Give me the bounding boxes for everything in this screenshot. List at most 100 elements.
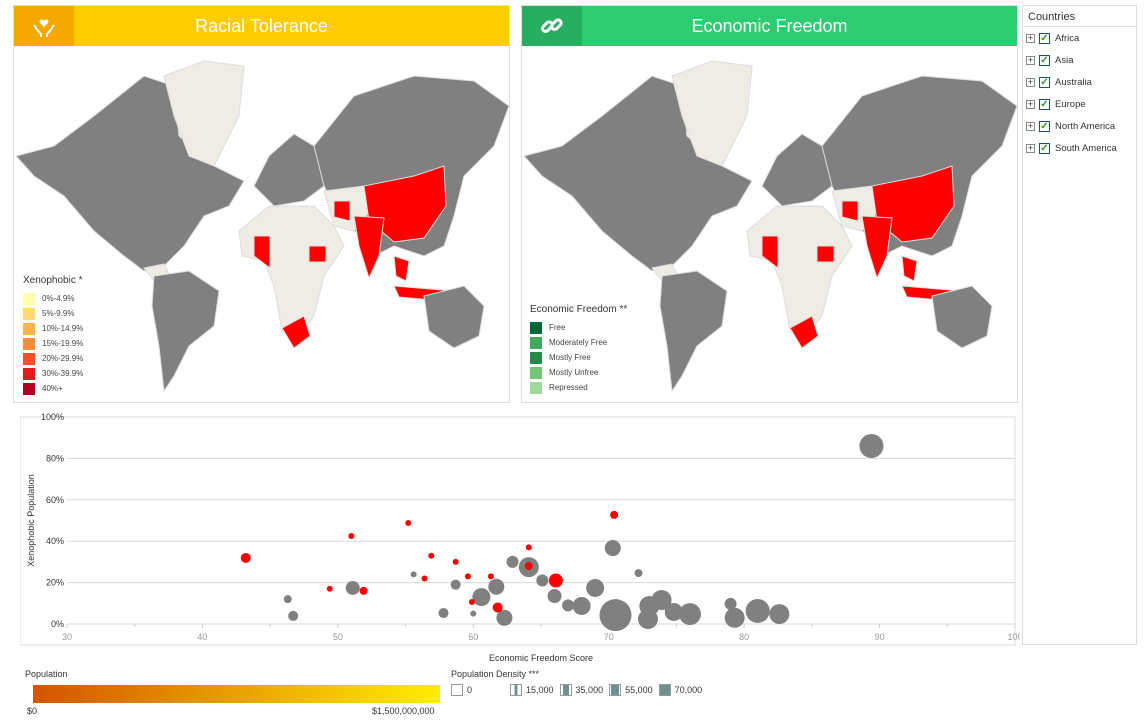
data-point[interactable] — [562, 599, 575, 612]
data-point[interactable] — [359, 586, 368, 595]
data-point[interactable] — [240, 552, 251, 563]
tree-item-north-america[interactable]: + ✓ North America — [1023, 115, 1136, 137]
data-point[interactable] — [634, 569, 643, 578]
y-tick-label: 0% — [51, 619, 64, 629]
expand-icon[interactable]: + — [1026, 99, 1035, 109]
region-west-africa[interactable] — [253, 235, 271, 269]
data-point[interactable] — [438, 608, 449, 619]
data-point[interactable] — [288, 610, 299, 621]
data-point[interactable] — [470, 610, 477, 617]
tree-item-australia[interactable]: + ✓ Australia — [1023, 71, 1136, 93]
data-point[interactable] — [524, 562, 533, 571]
y-tick-label: 80% — [46, 453, 64, 463]
region-africa[interactable] — [238, 205, 345, 342]
region-india[interactable] — [353, 215, 385, 280]
data-point[interactable] — [468, 599, 475, 606]
tree-item-label: Europe — [1055, 98, 1086, 110]
data-point[interactable] — [724, 607, 745, 628]
checkbox[interactable]: ✓ — [1039, 32, 1050, 44]
region-australia[interactable] — [423, 285, 485, 349]
expand-icon[interactable]: + — [1026, 143, 1035, 153]
data-point[interactable] — [452, 558, 459, 565]
data-point[interactable] — [859, 433, 884, 458]
tree-item-south-america[interactable]: + ✓ South America — [1023, 137, 1136, 159]
x-tick-label: 100 — [1007, 632, 1020, 642]
tree-item-label: North America — [1055, 120, 1116, 132]
tree-item-asia[interactable]: + ✓ Asia — [1023, 49, 1136, 71]
expand-icon[interactable]: + — [1026, 77, 1035, 87]
data-point[interactable] — [345, 580, 360, 595]
x-tick-label: 80 — [739, 632, 749, 642]
tree-item-europe[interactable]: + ✓ Europe — [1023, 93, 1136, 115]
region-south-america[interactable] — [659, 270, 728, 393]
data-point[interactable] — [586, 578, 605, 597]
x-tick-label: 50 — [333, 632, 343, 642]
density-swatch — [609, 684, 622, 696]
legend-label: 30%-39.9% — [42, 369, 84, 378]
countries-title: Countries — [1023, 6, 1136, 27]
racial-title: Racial Tolerance — [195, 15, 328, 36]
legend-swatch — [23, 307, 35, 320]
data-point[interactable] — [745, 598, 770, 623]
legend-label: Free — [549, 323, 566, 332]
data-point[interactable] — [547, 589, 562, 604]
data-point[interactable] — [450, 579, 461, 590]
expand-icon[interactable]: + — [1026, 55, 1035, 65]
region-west-africa[interactable] — [761, 235, 779, 269]
checkbox[interactable]: ✓ — [1039, 98, 1050, 110]
data-point[interactable] — [283, 595, 292, 604]
population-max-label: $1,500,000,000 — [372, 706, 435, 716]
data-point[interactable] — [536, 574, 549, 587]
population-legend-title: Population — [25, 669, 68, 679]
legend-swatch — [23, 367, 35, 380]
data-point[interactable] — [464, 573, 471, 580]
data-point[interactable] — [506, 555, 519, 568]
economic-freedom-panel: Economic Freedom Economic Freedom ** Fre… — [521, 5, 1018, 403]
density-label: 55,000 — [625, 685, 653, 695]
data-point[interactable] — [610, 510, 619, 519]
checkbox[interactable]: ✓ — [1039, 142, 1050, 154]
x-tick-label: 40 — [197, 632, 207, 642]
data-point[interactable] — [769, 604, 790, 625]
data-point[interactable] — [421, 575, 428, 582]
world-map-racial[interactable] — [14, 6, 509, 402]
data-point[interactable] — [599, 599, 632, 632]
data-point[interactable] — [405, 519, 412, 526]
data-point[interactable] — [572, 596, 591, 615]
data-point[interactable] — [604, 540, 621, 557]
data-point[interactable] — [428, 552, 435, 559]
region-southeast-asia[interactable] — [393, 255, 410, 282]
economic-title: Economic Freedom — [691, 15, 848, 36]
checkbox[interactable]: ✓ — [1039, 120, 1050, 132]
data-point[interactable] — [525, 544, 532, 551]
checkbox[interactable]: ✓ — [1039, 76, 1050, 88]
checkbox[interactable]: ✓ — [1039, 54, 1050, 66]
scatter-chart: 0% 20% 40% 60% 80% 100% 30 40 50 60 70 80 90 100 Econo… — [20, 412, 1020, 663]
region-east-africa[interactable] — [816, 245, 835, 263]
data-point[interactable] — [678, 603, 701, 626]
region-india[interactable] — [861, 215, 893, 280]
data-point[interactable] — [472, 588, 491, 607]
region-southeast-asia[interactable] — [901, 255, 918, 282]
legend-item: Repressed — [530, 380, 627, 395]
region-africa[interactable] — [746, 205, 853, 342]
data-point[interactable] — [410, 571, 417, 578]
region-east-africa[interactable] — [308, 245, 327, 263]
tree-item-africa[interactable]: + ✓ Africa — [1023, 27, 1136, 49]
data-point[interactable] — [492, 602, 503, 613]
region-iran[interactable] — [841, 200, 859, 222]
region-australia[interactable] — [931, 285, 993, 349]
hands-heart-icon — [14, 6, 74, 46]
region-iran[interactable] — [333, 200, 351, 222]
data-point[interactable] — [548, 573, 563, 588]
legend-item: 15%-19.9% — [23, 336, 83, 351]
data-point[interactable] — [326, 585, 333, 592]
data-point[interactable] — [488, 578, 505, 595]
expand-icon[interactable]: + — [1026, 121, 1035, 131]
y-tick-label: 40% — [46, 536, 64, 546]
data-point[interactable] — [487, 573, 494, 580]
region-south-america[interactable] — [151, 270, 220, 393]
data-point[interactable] — [348, 533, 355, 540]
tree-item-label: South America — [1055, 142, 1117, 154]
expand-icon[interactable]: + — [1026, 33, 1035, 43]
